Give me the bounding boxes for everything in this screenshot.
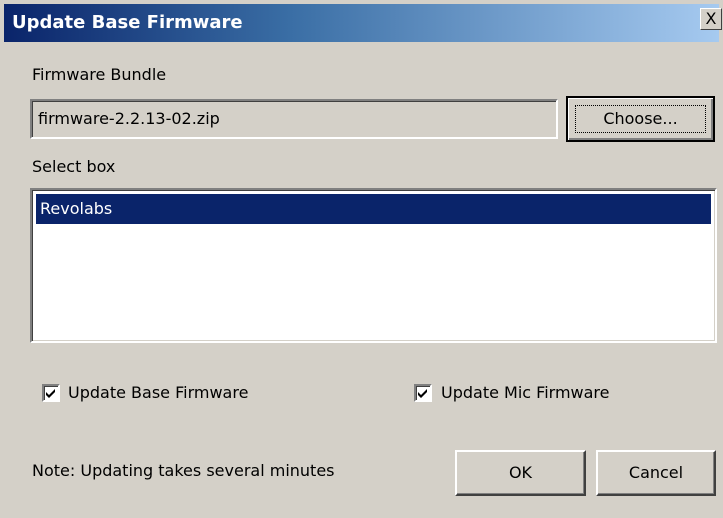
- dialog-title: Update Base Firmware: [12, 12, 243, 33]
- ok-button-label: OK: [508, 463, 533, 482]
- focus-rectangle: Choose...: [575, 105, 706, 133]
- close-button[interactable]: X: [700, 8, 722, 30]
- update-mic-label[interactable]: Update Mic Firmware: [441, 382, 610, 404]
- select-box-label: Select box: [32, 157, 116, 176]
- cancel-button[interactable]: Cancel: [596, 450, 716, 496]
- select-box-list[interactable]: Revolabs: [30, 188, 717, 343]
- checkmark-icon: [46, 389, 55, 398]
- list-item-label: Revolabs: [40, 199, 113, 218]
- close-icon: X: [705, 9, 717, 28]
- firmware-bundle-field[interactable]: firmware-2.2.13-02.zip: [30, 99, 558, 139]
- checkmark-icon: [418, 389, 427, 398]
- list-item[interactable]: Revolabs: [36, 194, 711, 224]
- update-base-label[interactable]: Update Base Firmware: [68, 382, 248, 404]
- choose-button[interactable]: Choose...: [566, 96, 715, 142]
- ok-button[interactable]: OK: [455, 450, 586, 496]
- title-bar[interactable]: Update Base Firmware: [4, 4, 719, 42]
- update-base-checkbox[interactable]: [42, 384, 60, 402]
- choose-button-label: Choose...: [603, 109, 678, 128]
- firmware-bundle-value: firmware-2.2.13-02.zip: [38, 109, 220, 128]
- cancel-button-label: Cancel: [628, 463, 684, 482]
- note-text: Note: Updating takes several minutes: [32, 461, 335, 480]
- firmware-bundle-label: Firmware Bundle: [32, 65, 167, 84]
- update-mic-checkbox[interactable]: [414, 384, 432, 402]
- update-firmware-dialog: Update Base Firmware X Firmware Bundle f…: [0, 0, 723, 518]
